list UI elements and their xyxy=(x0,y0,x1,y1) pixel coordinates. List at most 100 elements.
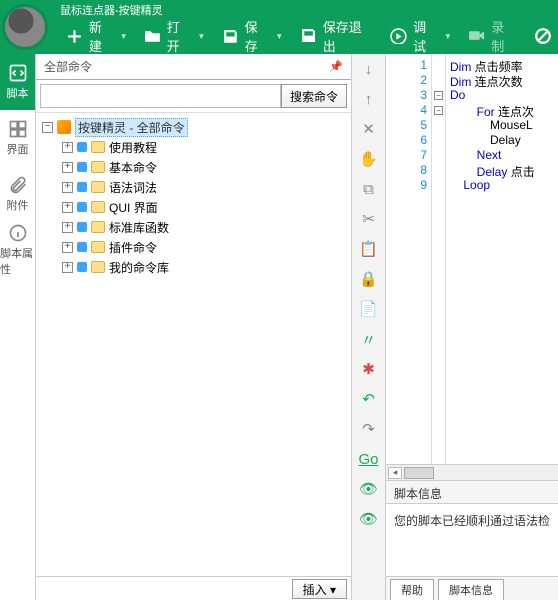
comment-icon[interactable]: 〃 xyxy=(358,328,380,350)
hand-icon[interactable]: ✋ xyxy=(358,148,380,170)
paperclip-icon xyxy=(8,175,28,195)
bottom-tabs: 帮助 脚本信息 xyxy=(386,576,558,600)
tree-item[interactable]: + 我的命令库 xyxy=(42,257,345,277)
folder-icon xyxy=(91,201,105,213)
collapse-icon[interactable]: − xyxy=(42,122,53,133)
expand-icon[interactable]: + xyxy=(62,262,73,273)
expand-icon[interactable]: + xyxy=(62,162,73,173)
nav-ui[interactable]: 界面 xyxy=(0,110,35,166)
find-next-icon[interactable]: 👁 xyxy=(358,508,380,530)
horizontal-scrollbar[interactable]: ◂ xyxy=(386,464,558,480)
command-panel: 全部命令 📌 搜索命令 − 按键精灵 - 全部命令 +使用教程+基本命令+语法词… xyxy=(36,54,352,600)
editor-toolbar: ↓ ↑ ✕ ✋ ⧉ ✂ 📋 🔒 📄 〃 ✱ ↶ ↷ Go 👁 👁 xyxy=(352,54,386,600)
folder-icon xyxy=(91,141,105,153)
folder-icon xyxy=(91,241,105,253)
uncomment-icon[interactable]: ✱ xyxy=(358,358,380,380)
tab-help[interactable]: 帮助 xyxy=(390,579,434,600)
tree-item-label: 我的命令库 xyxy=(109,259,169,276)
item-icon xyxy=(77,202,87,212)
paste-icon[interactable]: 📋 xyxy=(358,238,380,260)
save-exit-button[interactable]: 保存退出 xyxy=(294,13,379,59)
item-icon xyxy=(77,262,87,272)
fold-gutter: −− xyxy=(432,54,446,464)
line-gutter: 123456789 xyxy=(386,54,432,464)
item-icon xyxy=(77,242,87,252)
tree-item[interactable]: + 标准库函数 xyxy=(42,217,345,237)
expand-icon[interactable]: + xyxy=(62,202,73,213)
code-lines[interactable]: Dim 点击频率Dim 连点次数Do For 连点次 MouseL Delay … xyxy=(446,54,558,464)
folder-icon xyxy=(91,161,105,173)
expand-icon[interactable]: + xyxy=(62,142,73,153)
arrow-up-icon[interactable]: ↑ xyxy=(358,88,380,110)
cut-icon[interactable]: ✂ xyxy=(358,208,380,230)
copy-icon[interactable]: ⧉ xyxy=(358,178,380,200)
avatar[interactable] xyxy=(2,4,48,50)
open-button[interactable]: 打开▾ xyxy=(138,13,210,59)
toolbar-extra-button[interactable] xyxy=(528,23,558,49)
info-header: 脚本信息 xyxy=(386,480,558,504)
tab-info[interactable]: 脚本信息 xyxy=(438,579,504,600)
record-icon xyxy=(468,27,485,45)
nav-props[interactable]: 脚本属性 xyxy=(0,222,35,278)
lock-icon[interactable]: 🔒 xyxy=(358,268,380,290)
tree-item-label: 基本命令 xyxy=(109,159,157,176)
main-area: 脚本 界面 附件 脚本属性 全部命令 📌 搜索命令 − 按键精灵 - 全 xyxy=(0,54,558,600)
clipboard-icon[interactable]: 📄 xyxy=(358,298,380,320)
no-icon xyxy=(534,27,552,45)
save-icon xyxy=(222,27,239,45)
tree-item[interactable]: + QUI 界面 xyxy=(42,197,345,217)
item-icon xyxy=(77,222,87,232)
new-button[interactable]: 新建▾ xyxy=(60,13,132,59)
tree-item[interactable]: + 语法词法 xyxy=(42,177,345,197)
delete-icon[interactable]: ✕ xyxy=(358,118,380,140)
tree-item-label: QUI 界面 xyxy=(109,199,158,216)
code-icon xyxy=(8,63,28,83)
nav-attach[interactable]: 附件 xyxy=(0,166,35,222)
search-row: 搜索命令 xyxy=(36,80,351,113)
record-button[interactable]: 录制 xyxy=(462,13,522,59)
go-icon[interactable]: Go xyxy=(358,448,380,470)
search-button[interactable]: 搜索命令 xyxy=(281,84,347,108)
tree-root[interactable]: − 按键精灵 - 全部命令 xyxy=(42,117,345,137)
info-icon xyxy=(8,223,28,243)
item-icon xyxy=(77,162,87,172)
save-button[interactable]: 保存▾ xyxy=(216,13,288,59)
code-pane: 123456789 −− Dim 点击频率Dim 连点次数Do For 连点次 … xyxy=(386,54,558,600)
chevron-down-icon: ▾ xyxy=(277,31,282,42)
scroll-thumb[interactable] xyxy=(404,467,434,479)
item-icon xyxy=(77,142,87,152)
pin-icon[interactable]: 📌 xyxy=(329,60,343,73)
panel-footer: 插入 ▾ xyxy=(36,576,351,600)
chevron-down-icon: ▾ xyxy=(446,31,451,42)
folder-icon xyxy=(91,221,105,233)
folder-icon xyxy=(144,27,161,45)
chevron-down-icon: ▾ xyxy=(121,31,126,42)
tree-item-label: 插件命令 xyxy=(109,239,157,256)
expand-icon[interactable]: + xyxy=(62,242,73,253)
tree-item-label: 使用教程 xyxy=(109,139,157,156)
debug-button[interactable]: 调试▾ xyxy=(384,13,456,59)
folder-icon xyxy=(91,181,105,193)
expand-icon[interactable]: + xyxy=(62,222,73,233)
play-icon xyxy=(390,27,407,45)
code-editor[interactable]: 123456789 −− Dim 点击频率Dim 连点次数Do For 连点次 … xyxy=(386,54,558,464)
search-input[interactable] xyxy=(40,84,281,108)
tree-item-label: 标准库函数 xyxy=(109,219,169,236)
left-nav: 脚本 界面 附件 脚本属性 xyxy=(0,54,36,600)
expand-icon[interactable]: + xyxy=(62,182,73,193)
find-icon[interactable]: 👁 xyxy=(358,478,380,500)
tree-item[interactable]: + 使用教程 xyxy=(42,137,345,157)
arrow-down-icon[interactable]: ↓ xyxy=(358,58,380,80)
scroll-left-icon[interactable]: ◂ xyxy=(388,467,402,479)
chevron-down-icon: ▾ xyxy=(199,31,204,42)
tree-item[interactable]: + 插件命令 xyxy=(42,237,345,257)
tree-item-label: 语法词法 xyxy=(109,179,157,196)
insert-button[interactable]: 插入 ▾ xyxy=(292,579,347,599)
nav-script[interactable]: 脚本 xyxy=(0,54,35,110)
grid-icon xyxy=(8,119,28,139)
main-toolbar: 新建▾ 打开▾ 保存▾ 保存退出 调试▾ 录制 xyxy=(0,18,558,54)
cube-icon xyxy=(57,120,71,134)
tree-item[interactable]: + 基本命令 xyxy=(42,157,345,177)
undo-icon[interactable]: ↶ xyxy=(358,388,380,410)
redo-icon[interactable]: ↷ xyxy=(358,418,380,440)
